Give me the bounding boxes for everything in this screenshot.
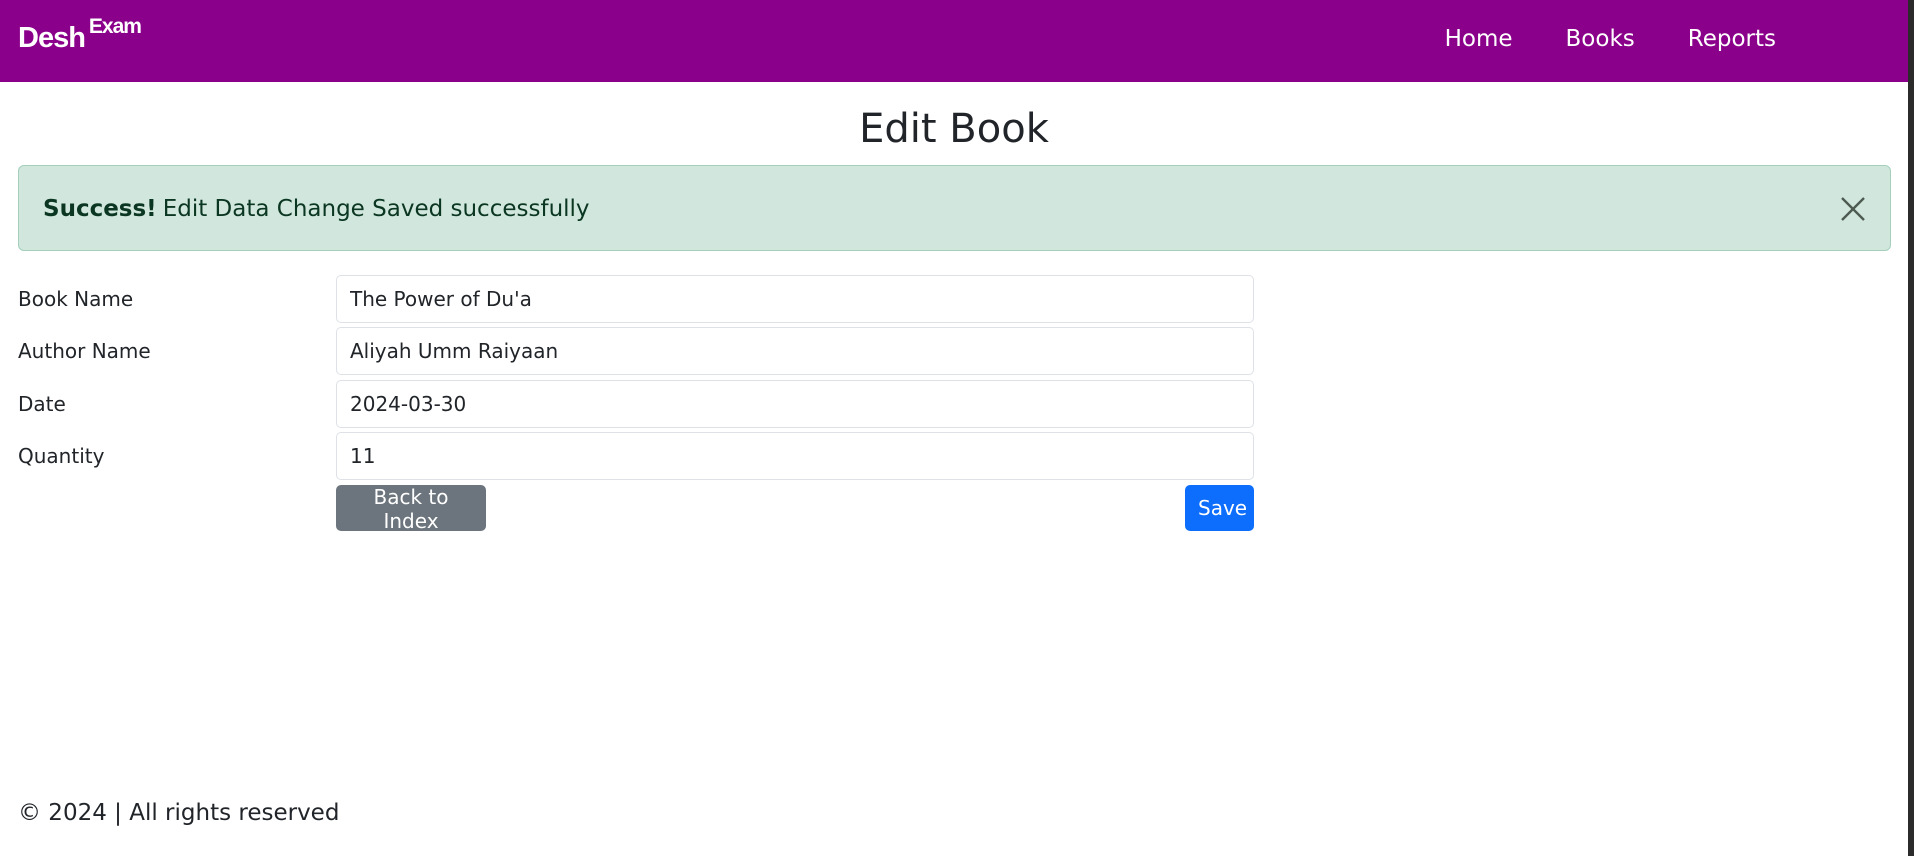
footer-copyright: © 2024 | All rights reserved: [18, 800, 340, 826]
nav-links: Home Books Reports: [1445, 26, 1776, 52]
alert-text: Success! Edit Data Change Saved successfu…: [43, 196, 590, 222]
alert-message: Edit Data Change Saved successfully: [162, 196, 590, 222]
back-to-index-button[interactable]: Back to Index: [336, 485, 486, 533]
book-name-input[interactable]: [336, 275, 1254, 323]
quantity-label: Quantity: [18, 444, 105, 468]
nav-home-link[interactable]: Home: [1445, 26, 1513, 52]
success-alert: Success! Edit Data Change Saved successfu…: [18, 165, 1891, 251]
save-button[interactable]: Save: [1185, 485, 1254, 531]
page-title: Edit Book: [859, 106, 1049, 152]
quantity-input[interactable]: [336, 432, 1254, 480]
date-label: Date: [18, 392, 66, 416]
form-row-author-name: Author Name: [18, 327, 1254, 375]
author-name-label: Author Name: [18, 339, 151, 363]
browser-viewport: Desh Exam Home Books Reports Edit Book Su…: [0, 0, 1914, 856]
form-row-quantity: Quantity: [18, 432, 1254, 480]
brand-logo[interactable]: Desh Exam: [18, 15, 142, 55]
brand-name: Desh: [18, 22, 86, 54]
top-navbar: Desh Exam Home Books Reports: [0, 0, 1908, 82]
form-row-book-name: Book Name: [18, 275, 1254, 323]
alert-strong: Success!: [43, 196, 157, 222]
brand-superscript: Exam: [88, 15, 142, 38]
form-row-date: Date: [18, 380, 1254, 428]
close-icon[interactable]: [1838, 194, 1868, 224]
nav-reports-link[interactable]: Reports: [1688, 26, 1776, 52]
author-name-input[interactable]: [336, 327, 1254, 375]
nav-books-link[interactable]: Books: [1566, 26, 1635, 52]
date-input[interactable]: [336, 380, 1254, 428]
book-name-label: Book Name: [18, 287, 134, 311]
